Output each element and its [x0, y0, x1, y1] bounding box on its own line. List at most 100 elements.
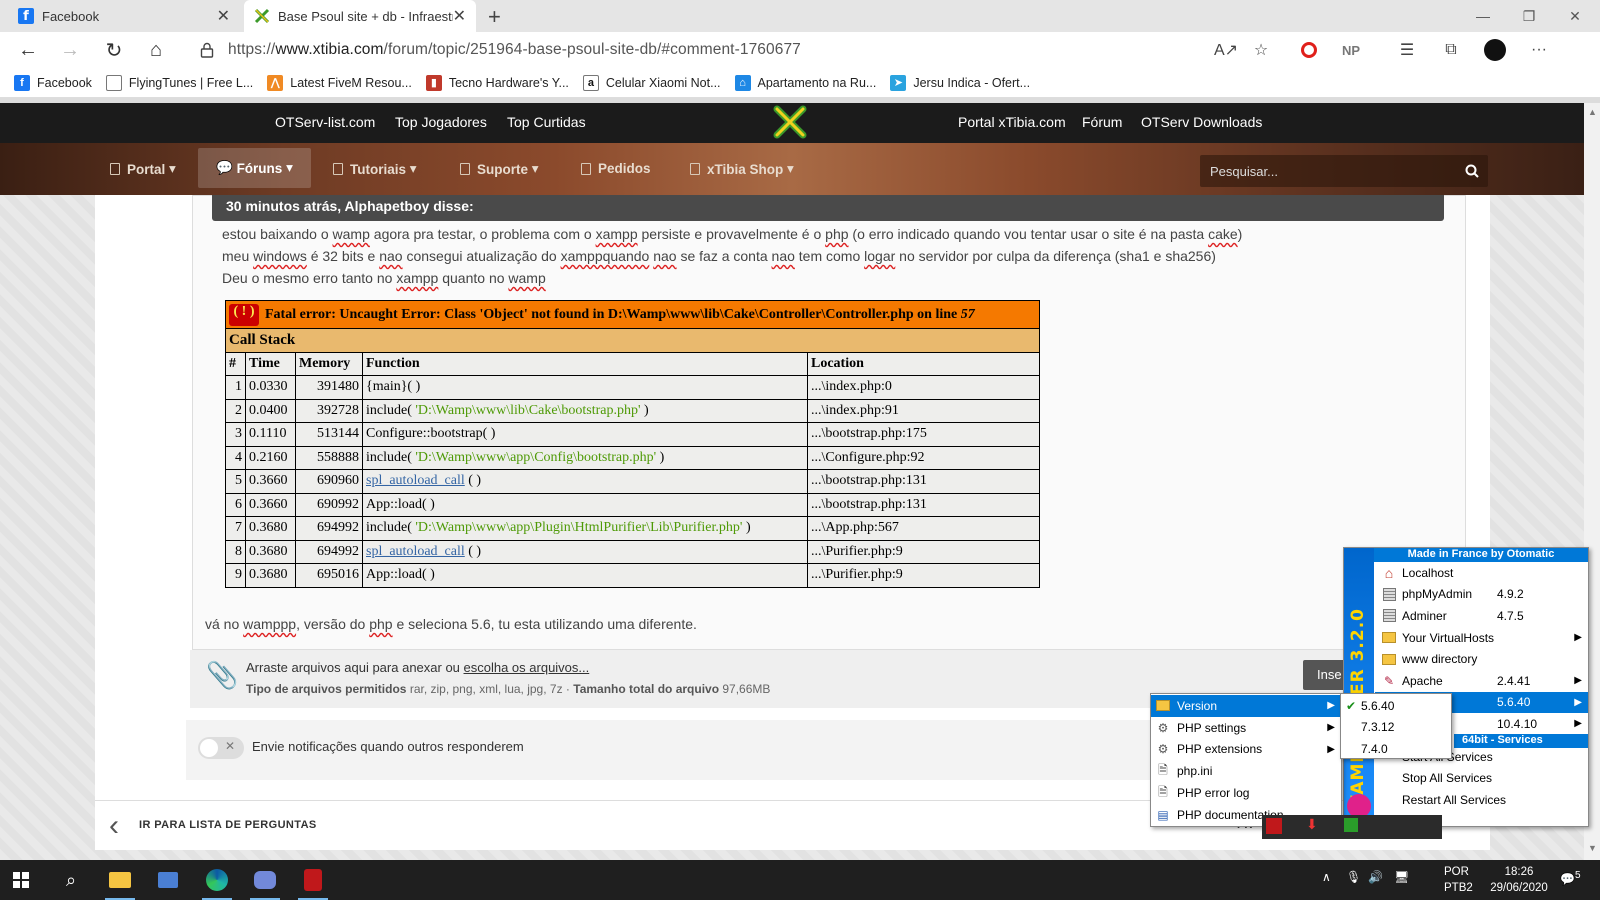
scroll-up-icon[interactable]: ▲ [1588, 107, 1597, 117]
favorites-icon[interactable]: ☰ [1396, 40, 1418, 60]
discord-icon[interactable] [244, 864, 286, 900]
np-extension-icon[interactable]: NP [1340, 40, 1362, 60]
microphone-icon[interactable]: 🎙 [1346, 870, 1361, 884]
wamp-menu-item[interactable]: Your VirtualHosts ▶ [1375, 627, 1588, 649]
notify-toggle[interactable]: ✕ [198, 737, 244, 759]
nav-pedidos[interactable]: Pedidos [581, 161, 651, 176]
menu-label: www directory [1402, 652, 1478, 667]
bookmark-item[interactable]: f Facebook [14, 74, 92, 91]
menu-label: Stop All Services [1402, 771, 1493, 786]
restart-all-services[interactable]: Restart All Services [1375, 789, 1588, 811]
nav-otserv-list[interactable]: OTServ-list.com [275, 114, 375, 130]
bookmark-item[interactable]: ⋀ Latest FiveM Resou... [267, 74, 412, 91]
tab-xtibia[interactable]: Base Psoul site + db - Infraestrutura ✕ [244, 0, 476, 32]
scroll-down-icon[interactable]: ▼ [1588, 843, 1597, 853]
wamp-menu-item[interactable]: ⌂ Localhost [1375, 562, 1588, 584]
close-tab-icon[interactable]: ✕ [453, 6, 466, 26]
favorite-star-icon[interactable]: ☆ [1250, 40, 1272, 60]
edge-icon[interactable] [196, 864, 238, 900]
network-app-icon[interactable] [147, 864, 189, 896]
search-icon[interactable] [1456, 155, 1488, 187]
forward-icon[interactable]: → [56, 38, 84, 62]
search-input[interactable] [1200, 155, 1456, 187]
new-tab-button[interactable]: + [488, 4, 501, 30]
refresh-icon[interactable]: ↻ [100, 38, 128, 62]
url-field[interactable]: https://www.xtibia.com/forum/topic/25196… [228, 41, 801, 59]
document-icon [333, 163, 343, 175]
close-window-icon[interactable]: ✕ [1552, 0, 1598, 32]
search-icon[interactable]: ⌕ [50, 864, 92, 896]
wamp-menu-item[interactable]: ✎ Apache 2.4.41 ▶ [1375, 670, 1588, 692]
php-version-item[interactable]: 7.4.0 [1341, 738, 1451, 760]
close-tab-icon[interactable]: ✕ [217, 6, 230, 26]
misspelled-word: logar [864, 248, 896, 264]
back-to-list-link[interactable]: IR PARA LISTA DE PERGUNTAS [139, 819, 317, 831]
php-menu-item[interactable]: Version ▶ [1151, 695, 1341, 717]
fatal-line-number: 57 [960, 306, 975, 322]
wamp-menu-item[interactable]: phpMyAdmin 4.9.2 [1375, 584, 1588, 606]
back-icon[interactable]: ← [14, 38, 42, 62]
php-menu-item[interactable]: ⚙ PHP extensions ▶ [1151, 739, 1341, 761]
chart-icon: ▮ [425, 74, 442, 91]
cell-time: 0.3660 [245, 492, 296, 517]
nav-xtibia-shop[interactable]: xTibia Shop ▾ [690, 161, 794, 177]
bookmark-item[interactable]: ➤ Jersu Indica - Ofert... [890, 74, 1030, 91]
function-doc-link[interactable]: spl_autoload_call [366, 473, 465, 488]
tray-overflow-icon[interactable]: ∧ [1322, 870, 1331, 884]
menu-label: PHP settings [1177, 720, 1247, 735]
file-explorer-icon[interactable] [99, 864, 141, 900]
collections-icon[interactable]: ⧉ [1440, 40, 1462, 60]
reply-text: vá no wamppp, versão do php e seleciona … [205, 616, 697, 632]
windows-start-icon[interactable] [0, 864, 42, 896]
callstack-row: 7 0.3680 694992 include( 'D:\Wamp\www\app\P… [225, 516, 1040, 541]
size-value: 97,66MB [722, 682, 771, 696]
php-menu-item[interactable]: ⚙ PHP settings ▶ [1151, 717, 1341, 739]
notification-center-icon[interactable]: 💬5 [1560, 870, 1581, 886]
nav-top-curtidas[interactable]: Top Curtidas [507, 114, 586, 130]
nav-portal-xtibia[interactable]: Portal xTibia.com [958, 114, 1066, 130]
more-menu-icon[interactable]: ··· [1528, 40, 1550, 60]
bookmark-item[interactable]: a Celular Xiaomi Not... [582, 74, 721, 91]
php-version-item[interactable]: 7.3.12 [1341, 717, 1451, 739]
bookmark-item[interactable]: FlyingTunes | Free L... [105, 74, 253, 91]
wamp-menu-item[interactable]: www directory [1375, 648, 1588, 670]
profile-avatar[interactable] [1484, 39, 1506, 61]
php-menu-item[interactable]: 🗎 php.ini [1151, 760, 1341, 782]
tray-wamp-icon[interactable] [1344, 818, 1358, 832]
nav-top-jogadores[interactable]: Top Jogadores [395, 114, 487, 130]
network-icon[interactable]: 🖥 [1394, 870, 1409, 884]
opera-icon[interactable] [1298, 40, 1320, 60]
nav-foruns[interactable]: 💬 Fóruns ▾ [198, 148, 311, 188]
php-version-item[interactable]: ✔ 5.6.40 [1341, 695, 1451, 717]
stop-all-services[interactable]: Stop All Services [1375, 768, 1588, 790]
callstack-row: 2 0.0400 392728 include( 'D:\Wamp\www\lib\C… [225, 398, 1040, 423]
game-launcher-icon[interactable] [292, 864, 334, 900]
language-indicator[interactable]: POR PTB2 [1444, 864, 1484, 896]
submenu-arrow-icon: ▶ [1574, 718, 1582, 730]
read-aloud-icon[interactable]: A↗ [1214, 40, 1238, 60]
nav-otserv-downloads[interactable]: OTServ Downloads [1141, 114, 1262, 130]
wamp-menu-item[interactable]: Adminer 4.7.5 [1375, 605, 1588, 627]
nav-forum[interactable]: Fórum [1082, 114, 1122, 130]
choose-files-link[interactable]: escolha os arquivos... [464, 660, 590, 675]
chevron-left-icon[interactable]: ‹ [109, 809, 119, 843]
volume-icon[interactable]: 🔊 [1368, 870, 1383, 884]
tab-facebook[interactable]: f Facebook ✕ [8, 0, 240, 32]
php-menu-item[interactable]: 🗎 PHP error log [1151, 782, 1341, 804]
callstack-title: Call Stack [225, 328, 1040, 353]
taskbar-clock[interactable]: 18:26 29/06/2020 [1487, 864, 1551, 896]
bookmark-item[interactable]: ⌂ Apartamento na Ru... [734, 74, 876, 91]
lock-icon[interactable] [200, 42, 214, 58]
home-icon[interactable]: ⌂ [142, 38, 170, 62]
tray-app-icon[interactable] [1266, 818, 1282, 834]
tray-download-icon[interactable]: ⬇ [1306, 816, 1318, 833]
maximize-icon[interactable]: ❐ [1506, 0, 1552, 32]
minimize-icon[interactable]: — [1460, 0, 1506, 32]
cell-memory: 392728 [295, 398, 363, 423]
xtibia-logo[interactable] [772, 104, 808, 140]
bookmark-item[interactable]: ▮ Tecno Hardware's Y... [425, 74, 569, 91]
nav-portal[interactable]: Portal ▾ [110, 161, 176, 177]
function-doc-link[interactable]: spl_autoload_call [366, 544, 465, 559]
nav-tutoriais[interactable]: Tutoriais ▾ [333, 161, 417, 177]
nav-suporte[interactable]: Suporte ▾ [460, 161, 539, 177]
